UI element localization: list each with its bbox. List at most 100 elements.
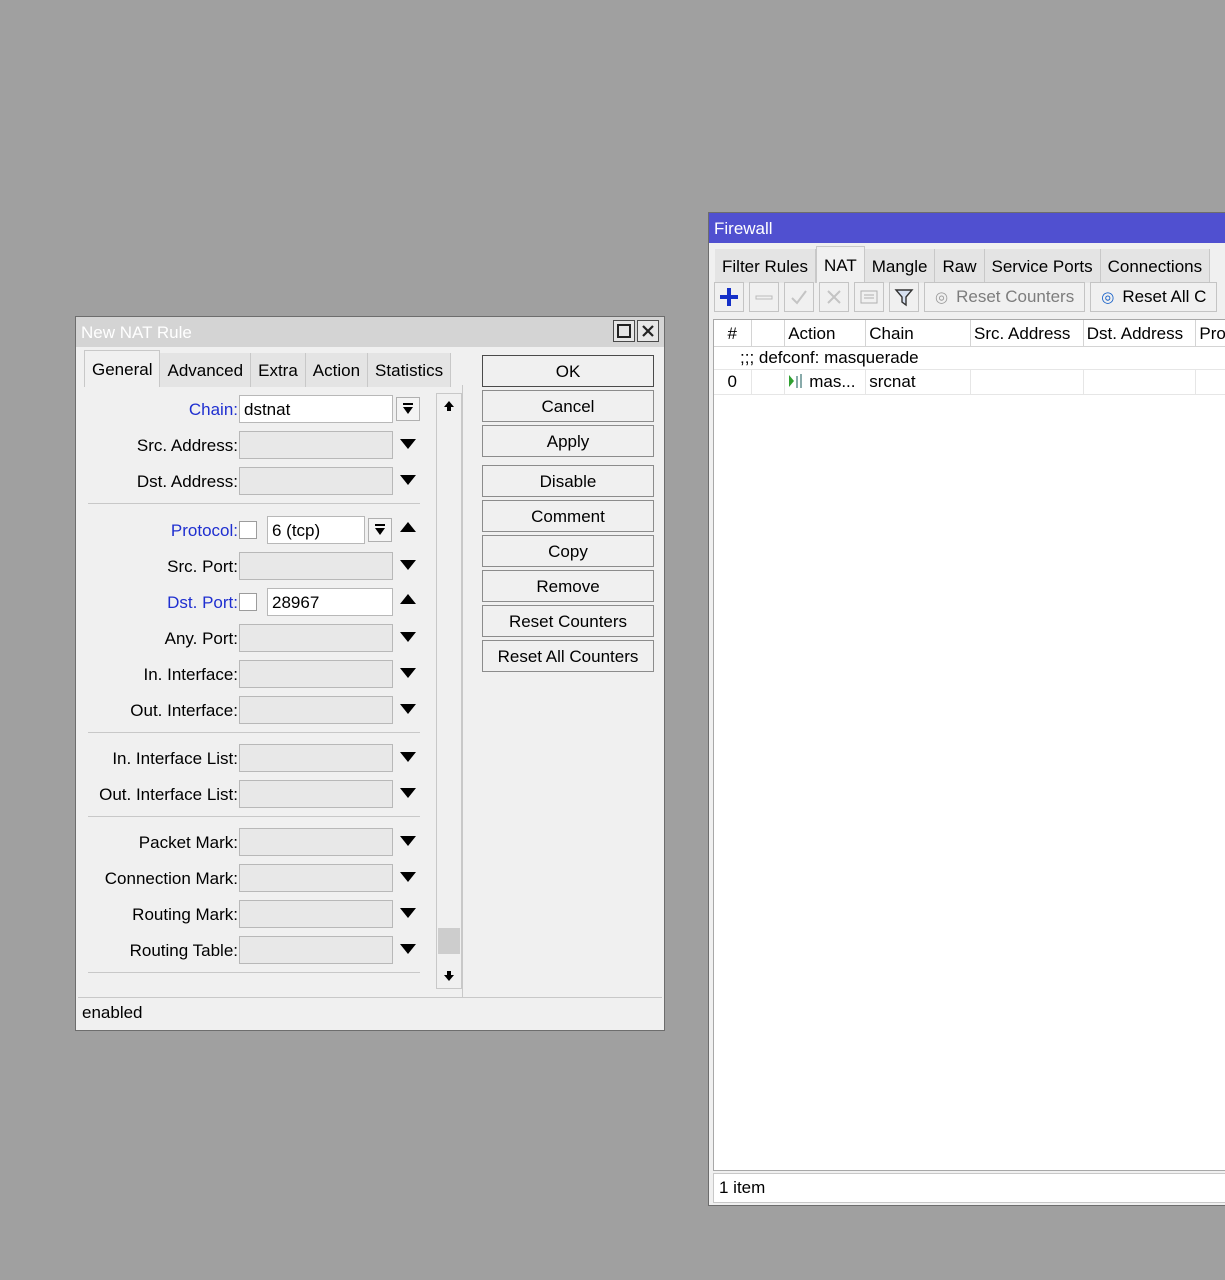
protocol-dropdown-button[interactable]	[368, 518, 392, 542]
nat-status-bar: enabled	[78, 997, 662, 1028]
close-button[interactable]	[637, 320, 659, 342]
table-row[interactable]: 0 mas... srcnat	[714, 370, 1225, 395]
tab-service-ports[interactable]: Service Ports	[984, 249, 1101, 283]
dst-port-field[interactable]: 28967	[267, 588, 393, 616]
ok-button[interactable]: OK	[482, 355, 654, 387]
in-interface-list-expand-icon[interactable]	[400, 752, 416, 762]
out-interface-expand-icon[interactable]	[400, 704, 416, 714]
tab-nat[interactable]: NAT	[815, 246, 865, 283]
dst-port-collapse-icon[interactable]	[400, 594, 416, 604]
protocol-field[interactable]: 6 (tcp)	[267, 516, 365, 544]
protocol-row: Protocol: 6 (tcp)	[82, 516, 432, 544]
in-interface-expand-icon[interactable]	[400, 668, 416, 678]
reset-all-counters-button[interactable]: ◎ Reset All C	[1090, 282, 1218, 312]
remove-button[interactable]: Remove	[482, 570, 654, 602]
out-interface-list-field[interactable]	[239, 780, 393, 808]
tab-filter-rules[interactable]: Filter Rules	[715, 249, 816, 283]
src-address-label: Src. Address:	[136, 436, 238, 455]
form-scrollbar[interactable]	[436, 393, 462, 989]
enable-button[interactable]	[784, 282, 814, 312]
divider	[88, 972, 420, 973]
dst-port-negate-checkbox[interactable]	[239, 593, 257, 611]
disable-button[interactable]	[819, 282, 849, 312]
connection-mark-row: Connection Mark:	[82, 864, 432, 892]
firewall-status-bar: 1 item	[713, 1173, 1225, 1203]
rule-comment[interactable]: ;;; defconf: masquerade	[714, 347, 1225, 370]
chain-field[interactable]: dstnat	[239, 395, 393, 423]
out-interface-list-row: Out. Interface List:	[82, 780, 432, 808]
col-number[interactable]: #	[714, 320, 752, 346]
tab-advanced[interactable]: Advanced	[160, 353, 252, 387]
src-port-expand-icon[interactable]	[400, 560, 416, 570]
protocol-collapse-icon[interactable]	[400, 522, 416, 532]
tab-mangle[interactable]: Mangle	[864, 249, 936, 283]
nat-rules-table: # Action Chain Src. Address Dst. Address…	[713, 319, 1225, 1171]
col-src-address[interactable]: Src. Address	[971, 320, 1084, 346]
src-address-field[interactable]	[239, 431, 393, 459]
routing-table-row: Routing Table:	[82, 936, 432, 964]
out-interface-list-expand-icon[interactable]	[400, 788, 416, 798]
connection-mark-expand-icon[interactable]	[400, 872, 416, 882]
add-icon	[720, 288, 738, 306]
in-interface-field[interactable]	[239, 660, 393, 688]
filter-button[interactable]	[889, 282, 919, 312]
disable-button[interactable]: Disable	[482, 465, 654, 497]
connection-mark-field[interactable]	[239, 864, 393, 892]
tab-action[interactable]: Action	[305, 353, 369, 387]
comment-button[interactable]	[854, 282, 884, 312]
scroll-up-button[interactable]	[437, 394, 461, 418]
dropdown-icon	[403, 403, 413, 414]
packet-mark-expand-icon[interactable]	[400, 836, 416, 846]
reset-all-counters-button[interactable]: Reset All Counters	[482, 640, 654, 672]
reset-counters-button[interactable]: ◎ Reset Counters	[924, 282, 1086, 312]
tab-general[interactable]: General	[84, 350, 161, 387]
any-port-field[interactable]	[239, 624, 393, 652]
scroll-up-icon	[444, 401, 454, 411]
firewall-tabs: Filter Rules NAT Mangle Raw Service Port…	[715, 246, 1211, 283]
chain-dropdown-button[interactable]	[396, 397, 420, 421]
src-address-expand-icon[interactable]	[400, 439, 416, 449]
connection-mark-label: Connection Mark:	[104, 869, 238, 888]
tab-extra[interactable]: Extra	[251, 353, 306, 387]
col-action[interactable]: Action	[785, 320, 867, 346]
tab-connections[interactable]: Connections	[1100, 249, 1211, 283]
tab-statistics[interactable]: Statistics	[368, 353, 452, 387]
packet-mark-label: Packet Mark:	[138, 833, 238, 852]
dst-address-expand-icon[interactable]	[400, 475, 416, 485]
col-chain[interactable]: Chain	[866, 320, 972, 346]
scroll-down-button[interactable]	[437, 964, 461, 988]
cancel-button[interactable]: Cancel	[482, 390, 654, 422]
filter-icon	[894, 289, 914, 307]
comment-button[interactable]: Comment	[482, 500, 654, 532]
any-port-expand-icon[interactable]	[400, 632, 416, 642]
packet-mark-field[interactable]	[239, 828, 393, 856]
col-flags[interactable]	[752, 320, 786, 346]
chain-label: Chain:	[188, 400, 238, 419]
dst-port-label: Dst. Port:	[167, 593, 238, 612]
copy-button[interactable]: Copy	[482, 535, 654, 567]
routing-table-expand-icon[interactable]	[400, 944, 416, 954]
remove-button[interactable]	[749, 282, 779, 312]
firewall-title: Firewall	[709, 213, 1225, 243]
reset-counters-button[interactable]: Reset Counters	[482, 605, 654, 637]
add-button[interactable]	[714, 282, 744, 312]
dst-address-field[interactable]	[239, 467, 393, 495]
row-dst-address	[1084, 370, 1197, 394]
routing-mark-field[interactable]	[239, 900, 393, 928]
maximize-button[interactable]	[613, 320, 635, 342]
routing-mark-row: Routing Mark:	[82, 900, 432, 928]
col-protocol[interactable]: Pro	[1196, 320, 1225, 346]
src-port-field[interactable]	[239, 552, 393, 580]
scroll-thumb[interactable]	[438, 928, 460, 954]
apply-button[interactable]: Apply	[482, 425, 654, 457]
routing-mark-expand-icon[interactable]	[400, 908, 416, 918]
routing-table-field[interactable]	[239, 936, 393, 964]
out-interface-field[interactable]	[239, 696, 393, 724]
col-dst-address[interactable]: Dst. Address	[1084, 320, 1197, 346]
comment-icon	[860, 290, 878, 304]
tab-raw[interactable]: Raw	[935, 249, 985, 283]
protocol-negate-checkbox[interactable]	[239, 521, 257, 539]
in-interface-list-field[interactable]	[239, 744, 393, 772]
row-number: 0	[714, 370, 752, 394]
in-interface-list-row: In. Interface List:	[82, 744, 432, 772]
